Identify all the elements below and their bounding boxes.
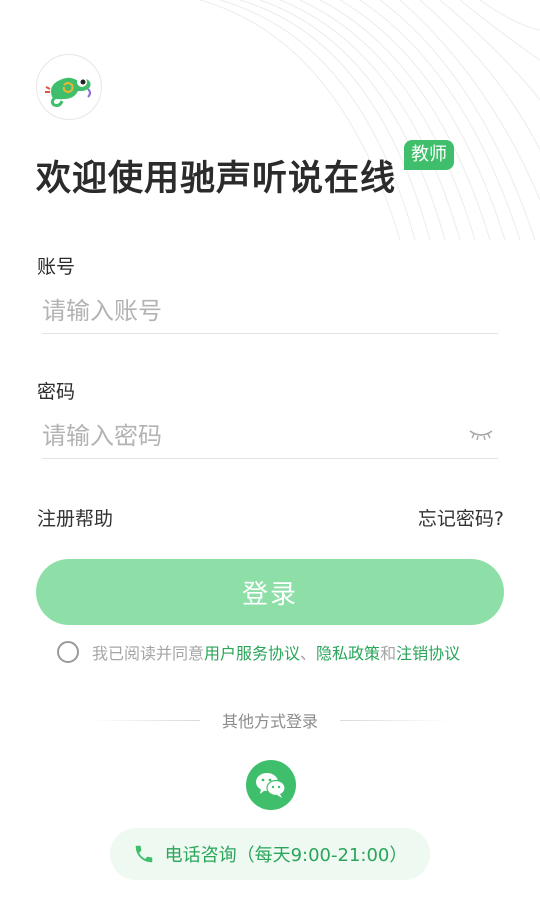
divider-line-right bbox=[340, 719, 450, 721]
login-button[interactable]: 登录 bbox=[36, 559, 504, 625]
password-input[interactable] bbox=[42, 413, 498, 458]
phone-consult-button[interactable]: 电话咨询（每天9:00-21:00） bbox=[110, 828, 430, 880]
user-service-link[interactable]: 用户服务协议 bbox=[204, 640, 300, 664]
agreement-row: 我已阅读并同意 用户服务协议 、 隐私政策 和 注销协议 bbox=[57, 640, 460, 664]
role-badge: 教师 bbox=[404, 140, 454, 170]
password-field[interactable] bbox=[42, 413, 498, 459]
eye-closed-icon[interactable] bbox=[468, 427, 494, 443]
other-login-label: 其他方式登录 bbox=[221, 712, 318, 731]
cancel-agreement-link[interactable]: 注销协议 bbox=[396, 640, 460, 664]
account-label: 账号 bbox=[37, 256, 76, 278]
privacy-policy-link[interactable]: 隐私政策 bbox=[316, 640, 380, 664]
agreement-prefix: 我已阅读并同意 bbox=[92, 644, 205, 663]
forgot-password-link[interactable]: 忘记密码? bbox=[418, 504, 504, 531]
phone-icon bbox=[135, 845, 152, 863]
chameleon-logo-icon bbox=[45, 77, 91, 107]
account-field[interactable] bbox=[42, 288, 498, 334]
wechat-login-button[interactable] bbox=[246, 760, 296, 810]
login-screen: 欢迎使用驰声听说在线 教师 账号 密码 注册帮助 忘记密码? 登录 我已阅读并同… bbox=[0, 0, 540, 924]
page-title: 欢迎使用驰声听说在线 bbox=[36, 159, 397, 199]
background-decoration bbox=[200, 0, 540, 240]
agreement-and: 和 bbox=[380, 644, 397, 663]
account-input[interactable] bbox=[42, 288, 498, 333]
password-label: 密码 bbox=[37, 381, 76, 403]
agreement-sep: 、 bbox=[300, 644, 317, 663]
divider-line-left bbox=[89, 719, 200, 721]
app-logo bbox=[36, 54, 102, 120]
wechat-icon bbox=[256, 773, 286, 798]
phone-consult-text: 电话咨询（每天9:00-21:00） bbox=[164, 845, 408, 866]
other-login-divider: 其他方式登录 bbox=[0, 708, 540, 732]
register-help-link[interactable]: 注册帮助 bbox=[37, 504, 113, 531]
agreement-checkbox[interactable] bbox=[57, 641, 79, 663]
